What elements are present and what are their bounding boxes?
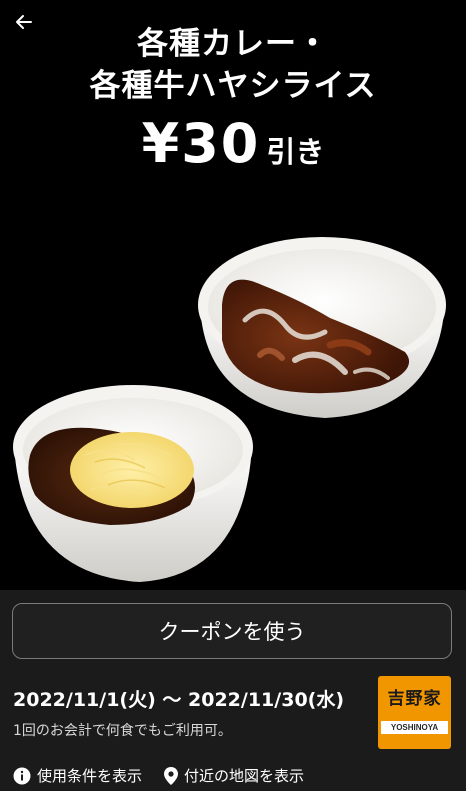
hayashi-bowl — [198, 237, 446, 418]
logo-band: YOSHINOYA — [381, 721, 448, 734]
location-pin-icon — [164, 766, 179, 785]
validity-period: 2022/11/1(火) 〜 2022/11/30(水) — [13, 689, 345, 711]
cheese-curry-bowl — [13, 385, 253, 582]
coupon-hero: 各種カレー・ 各種牛ハヤシライス ¥30 引き — [0, 0, 466, 590]
info-icon — [13, 767, 31, 784]
food-photo — [13, 237, 446, 582]
logo-text: YOSHINOYA — [390, 723, 439, 732]
yoshinoya-logo: 吉野家 YOSHINOYA — [378, 676, 451, 749]
show-map-label: 付近の地図を表示 — [184, 767, 305, 785]
logo-kanji: 吉野家 — [387, 689, 442, 709]
show-conditions-link[interactable]: 使用条件を表示 — [13, 765, 142, 786]
show-conditions-label: 使用条件を表示 — [37, 767, 143, 785]
use-coupon-button[interactable]: クーポンを使う — [12, 603, 452, 659]
show-map-link[interactable]: 付近の地図を表示 — [164, 765, 304, 786]
footer-links: 使用条件を表示 付近の地図を表示 — [13, 765, 304, 786]
coupon-panel: クーポンを使う 2022/11/1(火) 〜 2022/11/30(水) 1回の… — [0, 590, 466, 791]
usage-note: 1回のお会計で何食でもご利用可。 — [13, 723, 232, 739]
